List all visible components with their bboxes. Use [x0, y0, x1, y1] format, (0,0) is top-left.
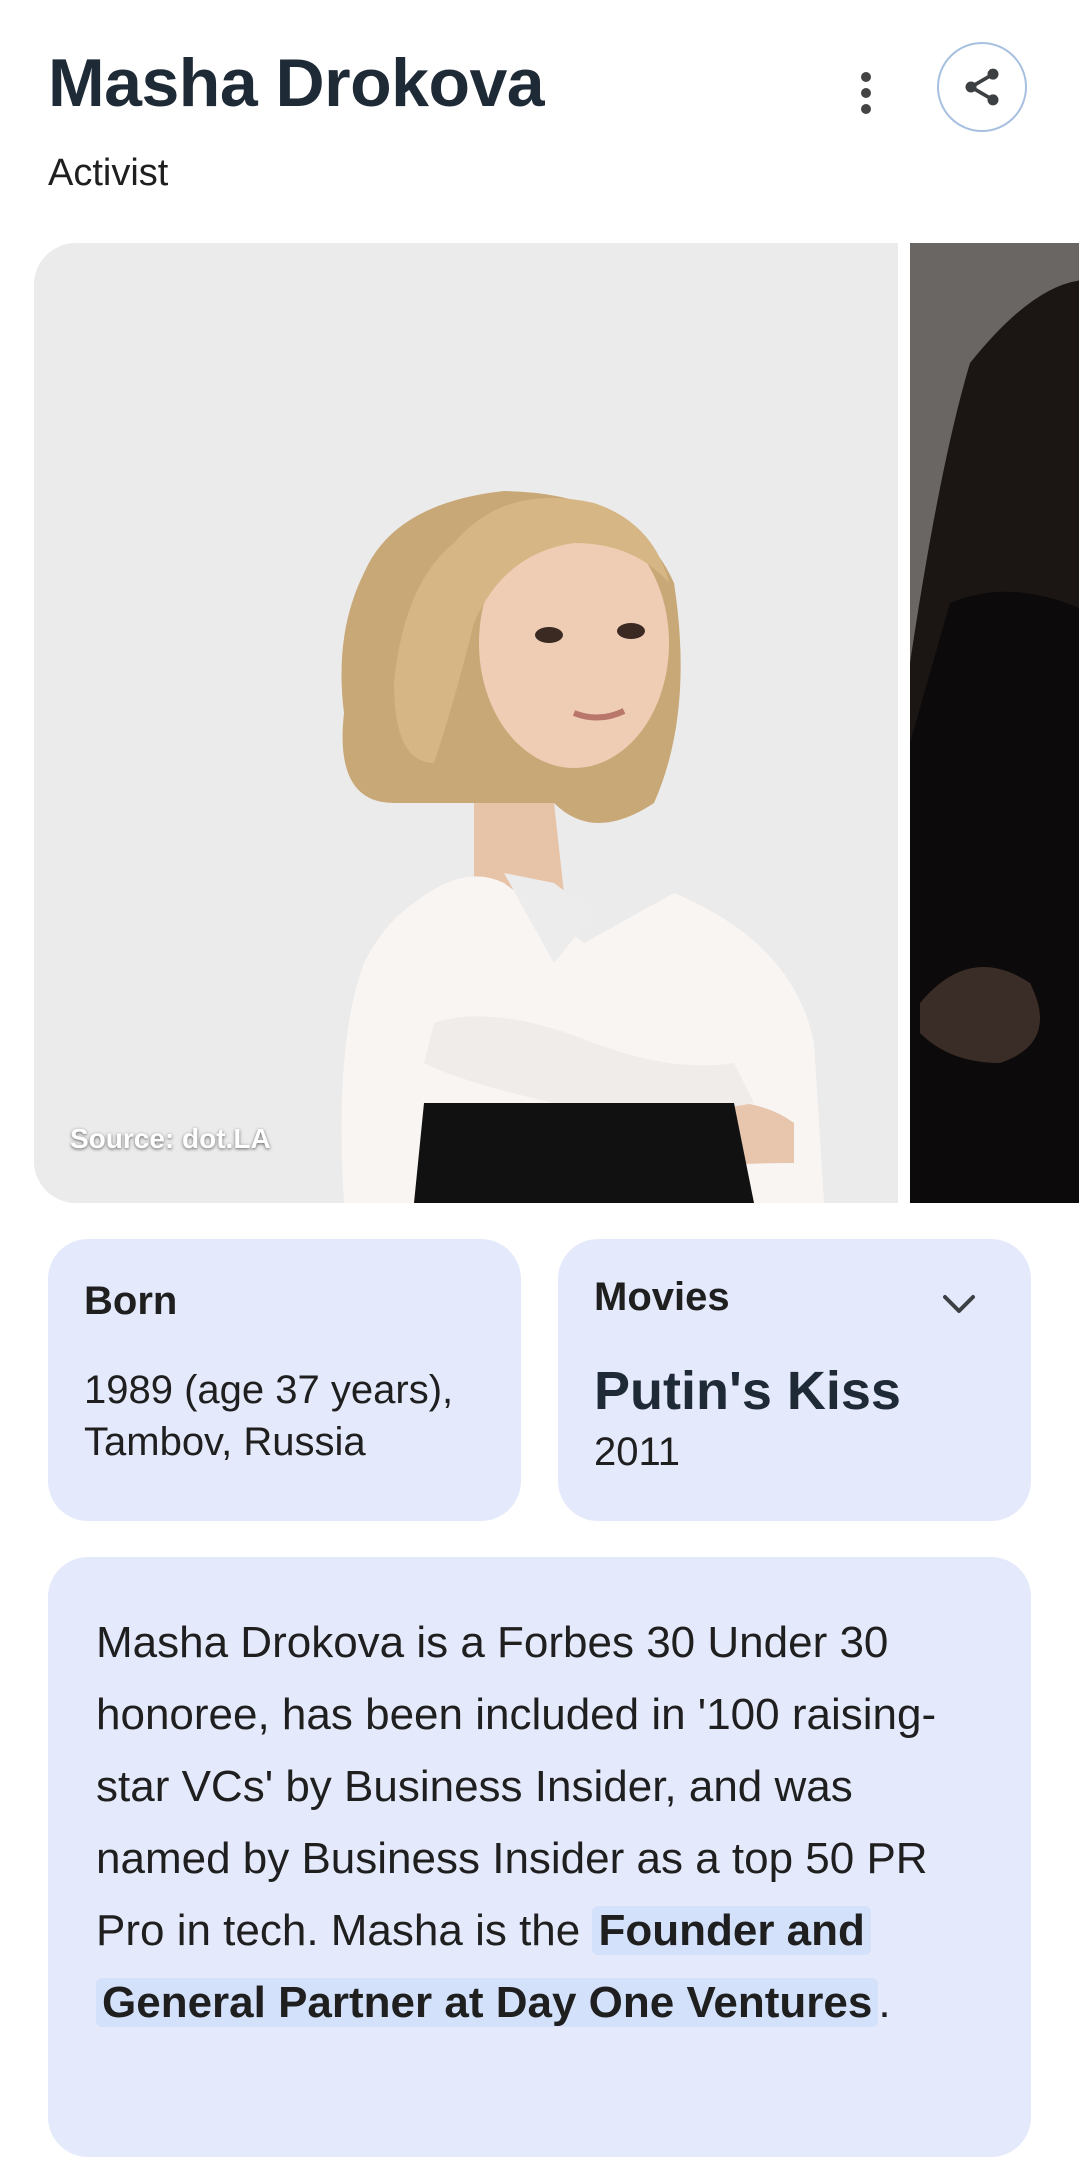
person-photo [34, 243, 898, 1203]
movies-card[interactable]: Movies Putin's Kiss 2011 [558, 1239, 1031, 1521]
main-photo[interactable]: Source: dot.LA [34, 243, 898, 1203]
description-text: Masha Drokova is a Forbes 30 Under 30 ho… [96, 1607, 983, 2039]
born-card: Born 1989 (age 37 years), Tambov, Russia [48, 1239, 521, 1521]
chevron-down-icon[interactable] [939, 1289, 979, 1319]
person-photo-2 [910, 243, 1079, 1203]
share-icon [965, 68, 999, 106]
born-place: Tambov, Russia [84, 1420, 366, 1464]
more-options-button[interactable] [846, 62, 886, 124]
born-value: 1989 (age 37 years), Tambov, Russia [84, 1364, 485, 1468]
description-body: Masha Drokova is a Forbes 30 Under 30 ho… [96, 1618, 937, 1955]
entity-subtitle: Activist [48, 152, 169, 194]
description-end: . [878, 1978, 891, 2027]
born-date: 1989 (age 37 years), [84, 1368, 454, 1412]
movies-label: Movies [594, 1275, 730, 1319]
movie-year: 2011 [594, 1430, 681, 1474]
born-label: Born [84, 1279, 178, 1323]
more-vert-icon [861, 72, 871, 114]
movie-title[interactable]: Putin's Kiss [594, 1360, 995, 1422]
knowledge-panel-header: Masha Drokova Activist [0, 0, 1079, 230]
image-carousel[interactable]: Source: dot.LA [0, 243, 1079, 1203]
share-button[interactable] [937, 42, 1027, 132]
image-source[interactable]: Source: dot.LA [70, 1123, 271, 1155]
entity-title: Masha Drokova [48, 45, 545, 121]
description-card: Masha Drokova is a Forbes 30 Under 30 ho… [48, 1557, 1031, 2157]
next-photo[interactable] [910, 243, 1079, 1203]
